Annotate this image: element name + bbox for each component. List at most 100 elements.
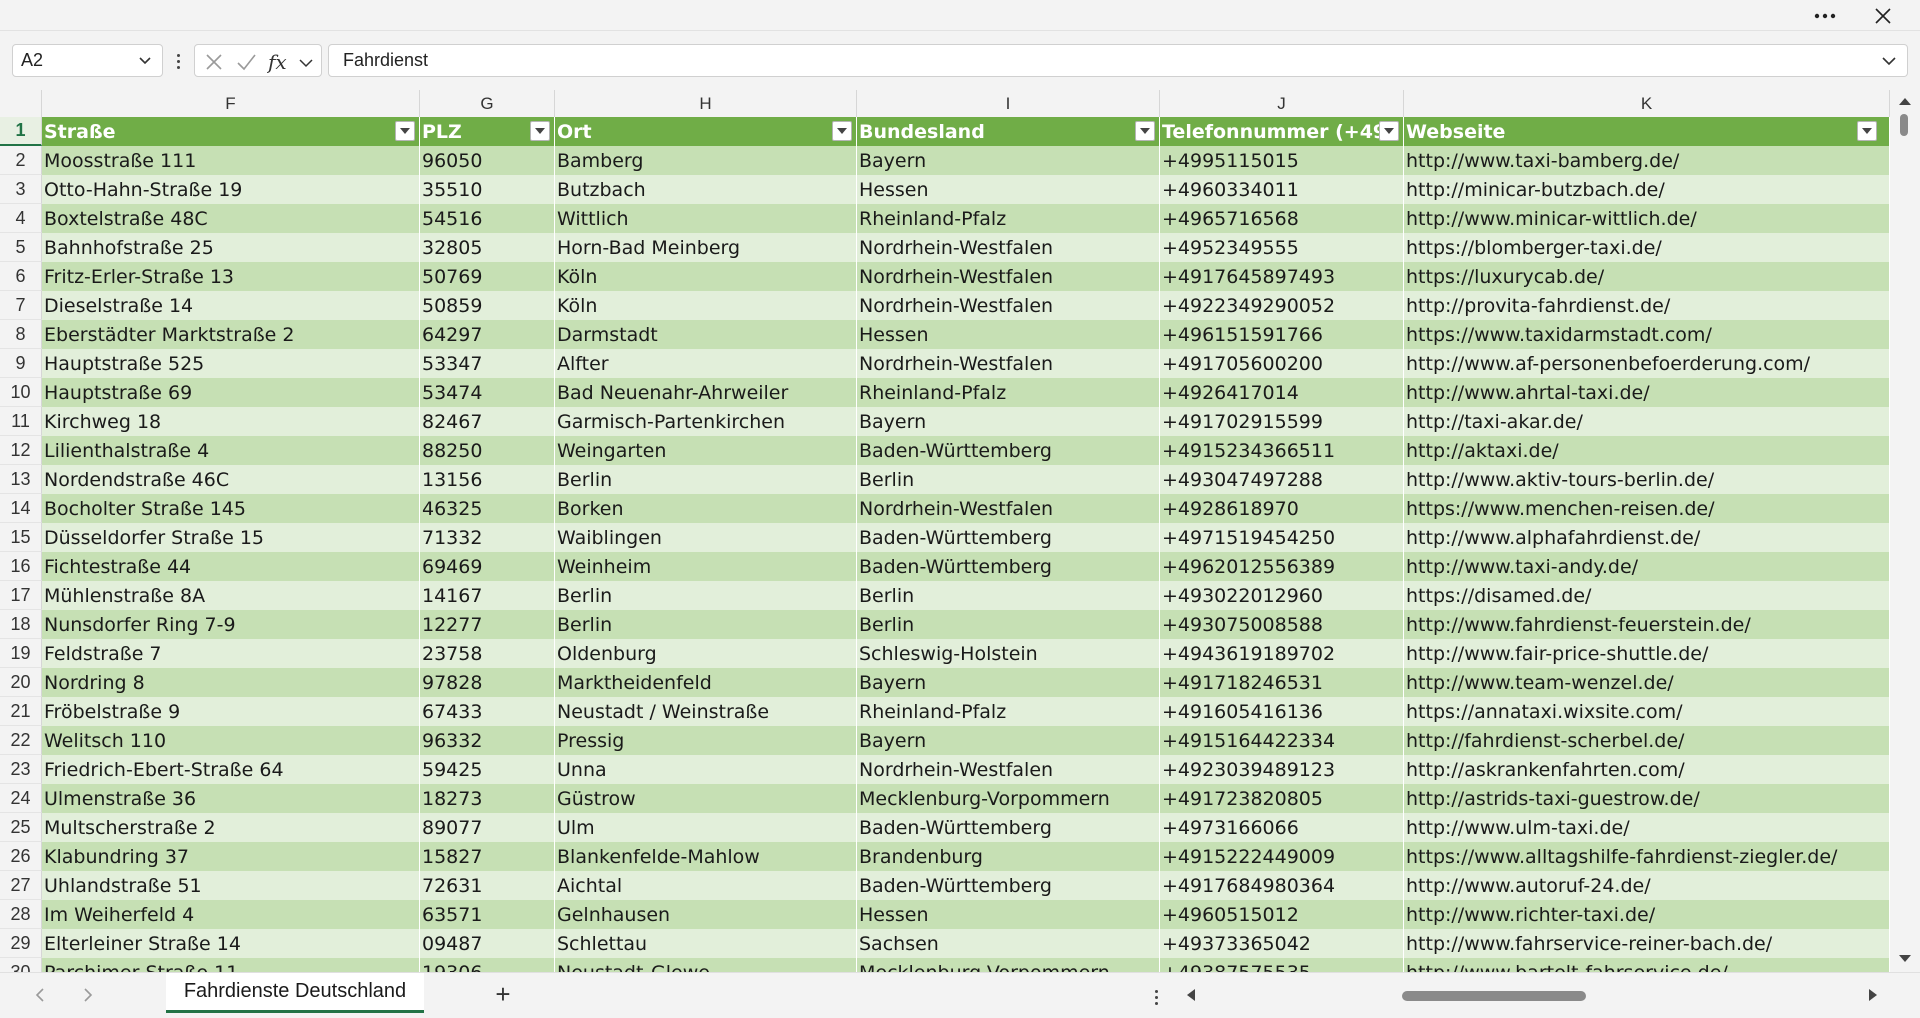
cell-strasse[interactable]: Elterleiner Straße 14: [42, 929, 420, 958]
chevron-down-icon[interactable]: [136, 51, 154, 69]
cell-ort[interactable]: Unna: [555, 755, 857, 784]
cell-strasse[interactable]: Hauptstraße 525: [42, 349, 420, 378]
cell-webseite[interactable]: http://www.taxi-bamberg.de/: [1404, 146, 1890, 175]
row-number[interactable]: 17: [0, 581, 42, 610]
cancel-icon[interactable]: [203, 51, 225, 73]
cell-webseite[interactable]: http://askrankenfahrten.com/: [1404, 755, 1890, 784]
cell-plz[interactable]: 23758: [420, 639, 555, 668]
cell-plz[interactable]: 71332: [420, 523, 555, 552]
cell-webseite[interactable]: http://www.taxi-andy.de/: [1404, 552, 1890, 581]
row-number[interactable]: 11: [0, 407, 42, 436]
header-cell-ort[interactable]: Ort: [555, 117, 857, 146]
cell-ort[interactable]: Köln: [555, 291, 857, 320]
cell-plz[interactable]: 64297: [420, 320, 555, 349]
cell-plz[interactable]: 59425: [420, 755, 555, 784]
cell-bundesland[interactable]: Baden-Württemberg: [857, 436, 1160, 465]
scroll-down-icon[interactable]: [1896, 952, 1914, 966]
header-cell-strasse[interactable]: Straße: [42, 117, 420, 146]
cell-telefonnummer[interactable]: +49387575535: [1160, 958, 1404, 972]
cell-webseite[interactable]: http://www.autoruf-24.de/: [1404, 871, 1890, 900]
cell-plz[interactable]: 54516: [420, 204, 555, 233]
cell-plz[interactable]: 18273: [420, 784, 555, 813]
cell-strasse[interactable]: Multscherstraße 2: [42, 813, 420, 842]
cell-bundesland[interactable]: Bayern: [857, 726, 1160, 755]
cell-plz[interactable]: 72631: [420, 871, 555, 900]
header-cell-telefonnummer[interactable]: Telefonnummer (+49): [1160, 117, 1404, 146]
cell-telefonnummer[interactable]: +4922349290052: [1160, 291, 1404, 320]
cell-bundesland[interactable]: Nordrhein-Westfalen: [857, 233, 1160, 262]
row-number[interactable]: 23: [0, 755, 42, 784]
cell-strasse[interactable]: Nunsdorfer Ring 7-9: [42, 610, 420, 639]
cell-telefonnummer[interactable]: +491718246531: [1160, 668, 1404, 697]
cell-ort[interactable]: Horn-Bad Meinberg: [555, 233, 857, 262]
row-number[interactable]: 10: [0, 378, 42, 407]
cell-strasse[interactable]: Ulmenstraße 36: [42, 784, 420, 813]
cell-plz[interactable]: 50769: [420, 262, 555, 291]
row-number[interactable]: 14: [0, 494, 42, 523]
cell-telefonnummer[interactable]: +4973166066: [1160, 813, 1404, 842]
cell-telefonnummer[interactable]: +4928618970: [1160, 494, 1404, 523]
cell-telefonnummer[interactable]: +4917684980364: [1160, 871, 1404, 900]
cell-bundesland[interactable]: Rheinland-Pfalz: [857, 204, 1160, 233]
cell-bundesland[interactable]: Nordrhein-Westfalen: [857, 755, 1160, 784]
cell-ort[interactable]: Neustadt / Weinstraße: [555, 697, 857, 726]
cell-telefonnummer[interactable]: +4943619189702: [1160, 639, 1404, 668]
cell-strasse[interactable]: Bahnhofstraße 25: [42, 233, 420, 262]
formula-input[interactable]: Fahrdienst: [328, 44, 1908, 77]
cell-bundesland[interactable]: Berlin: [857, 465, 1160, 494]
cell-plz[interactable]: 96050: [420, 146, 555, 175]
ellipsis-icon[interactable]: [1802, 0, 1848, 31]
row-number[interactable]: 8: [0, 320, 42, 349]
chevron-down-icon[interactable]: [297, 51, 315, 73]
cell-ort[interactable]: Bad Neuenahr-Ahrweiler: [555, 378, 857, 407]
filter-dropdown-icon[interactable]: [1379, 121, 1399, 141]
cell-plz[interactable]: 19306: [420, 958, 555, 972]
header-cell-webseite[interactable]: Webseite: [1404, 117, 1890, 146]
cell-webseite[interactable]: https://www.taxidarmstadt.com/: [1404, 320, 1890, 349]
cell-strasse[interactable]: Bocholter Straße 145: [42, 494, 420, 523]
cell-bundesland[interactable]: Nordrhein-Westfalen: [857, 262, 1160, 291]
header-cell-bundesland[interactable]: Bundesland: [857, 117, 1160, 146]
cell-strasse[interactable]: Boxtelstraße 48C: [42, 204, 420, 233]
cell-plz[interactable]: 50859: [420, 291, 555, 320]
cell-plz[interactable]: 35510: [420, 175, 555, 204]
cell-bundesland[interactable]: Bayern: [857, 407, 1160, 436]
cell-bundesland[interactable]: Nordrhein-Westfalen: [857, 349, 1160, 378]
cell-ort[interactable]: Butzbach: [555, 175, 857, 204]
cell-plz[interactable]: 82467: [420, 407, 555, 436]
cell-webseite[interactable]: http://www.fahrservice-reiner-bach.de/: [1404, 929, 1890, 958]
cell-telefonnummer[interactable]: +493047497288: [1160, 465, 1404, 494]
column-header-f[interactable]: F: [42, 90, 420, 117]
cell-ort[interactable]: Weingarten: [555, 436, 857, 465]
cell-webseite[interactable]: http://www.ahrtal-taxi.de/: [1404, 378, 1890, 407]
cell-bundesland[interactable]: Rheinland-Pfalz: [857, 378, 1160, 407]
cell-bundesland[interactable]: Hessen: [857, 320, 1160, 349]
cell-ort[interactable]: Oldenburg: [555, 639, 857, 668]
cell-bundesland[interactable]: Bayern: [857, 668, 1160, 697]
cell-plz[interactable]: 89077: [420, 813, 555, 842]
cell-telefonnummer[interactable]: +49373365042: [1160, 929, 1404, 958]
cell-bundesland[interactable]: Nordrhein-Westfalen: [857, 494, 1160, 523]
row-number[interactable]: 24: [0, 784, 42, 813]
cell-webseite[interactable]: http://www.alphafahrdienst.de/: [1404, 523, 1890, 552]
sheet-tab-active[interactable]: Fahrdienste Deutschland: [166, 973, 424, 1013]
cell-bundesland[interactable]: Nordrhein-Westfalen: [857, 291, 1160, 320]
cell-webseite[interactable]: http://www.fair-price-shuttle.de/: [1404, 639, 1890, 668]
cell-ort[interactable]: Darmstadt: [555, 320, 857, 349]
cell-ort[interactable]: Güstrow: [555, 784, 857, 813]
cell-telefonnummer[interactable]: +491705600200: [1160, 349, 1404, 378]
row-number[interactable]: 25: [0, 813, 42, 842]
cell-strasse[interactable]: Dieselstraße 14: [42, 291, 420, 320]
cell-bundesland[interactable]: Baden-Württemberg: [857, 552, 1160, 581]
cell-telefonnummer[interactable]: +491723820805: [1160, 784, 1404, 813]
cell-ort[interactable]: Borken: [555, 494, 857, 523]
cell-strasse[interactable]: Fröbelstraße 9: [42, 697, 420, 726]
cell-telefonnummer[interactable]: +4971519454250: [1160, 523, 1404, 552]
cell-webseite[interactable]: https://disamed.de/: [1404, 581, 1890, 610]
cell-telefonnummer[interactable]: +4960515012: [1160, 900, 1404, 929]
cell-webseite[interactable]: http://www.minicar-wittlich.de/: [1404, 204, 1890, 233]
cell-bundesland[interactable]: Brandenburg: [857, 842, 1160, 871]
cell-ort[interactable]: Köln: [555, 262, 857, 291]
cell-strasse[interactable]: Klabundring 37: [42, 842, 420, 871]
cell-strasse[interactable]: Nordring 8: [42, 668, 420, 697]
